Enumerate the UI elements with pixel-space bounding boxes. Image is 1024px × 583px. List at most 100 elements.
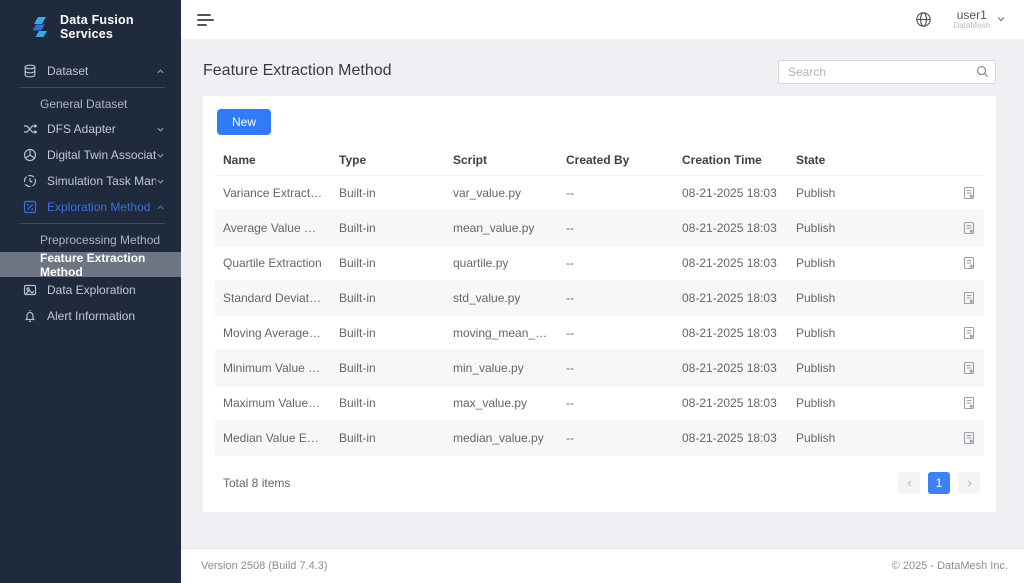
table-card: New Name Type Script Created By Creation… <box>203 96 996 512</box>
new-button[interactable]: New <box>217 109 271 135</box>
app-window: Data Fusion Services Dataset General <box>0 0 1024 583</box>
column-header-creation-time: Creation Time <box>674 145 788 176</box>
search-box <box>778 60 996 84</box>
table-row: Maximum Value Extrac... Built-in max_val… <box>215 386 984 421</box>
document-details-icon[interactable] <box>956 431 976 445</box>
hamburger-menu-icon[interactable] <box>197 14 214 26</box>
sidebar-item-digital-twin-association[interactable]: Digital Twin Association <box>0 142 181 168</box>
cell-creation-time: 08-21-2025 18:03 <box>674 176 788 211</box>
cell-creation-time: 08-21-2025 18:03 <box>674 351 788 386</box>
cell-created-by: -- <box>558 176 674 211</box>
cell-state: Publish <box>788 281 948 316</box>
document-details-icon[interactable] <box>956 361 976 375</box>
sidebar-item-label: Exploration Method <box>47 200 156 214</box>
cell-state: Publish <box>788 421 948 456</box>
sidebar-item-label: Data Exploration <box>47 283 165 297</box>
table-row: Average Value Extraction Built-in mean_v… <box>215 211 984 246</box>
chevron-up-icon <box>156 203 165 212</box>
next-page-button[interactable] <box>958 472 980 494</box>
sidebar-item-data-exploration[interactable]: Data Exploration <box>0 277 181 303</box>
document-details-icon[interactable] <box>956 291 976 305</box>
column-header-name: Name <box>215 145 331 176</box>
sidebar-item-general-dataset[interactable]: General Dataset <box>0 91 181 116</box>
cell-creation-time: 08-21-2025 18:03 <box>674 246 788 281</box>
cell-type: Built-in <box>331 246 445 281</box>
cell-created-by: -- <box>558 421 674 456</box>
shuffle-icon <box>22 122 37 137</box>
sidebar-item-simulation-task-management[interactable]: Simulation Task Management <box>0 168 181 194</box>
document-details-icon[interactable] <box>956 221 976 235</box>
cell-type: Built-in <box>331 421 445 456</box>
cell-created-by: -- <box>558 351 674 386</box>
header-right: user1 DataMesh <box>915 9 1006 31</box>
cell-state: Publish <box>788 386 948 421</box>
cell-type: Built-in <box>331 211 445 246</box>
cell-created-by: -- <box>558 316 674 351</box>
cell-script: max_value.py <box>445 386 558 421</box>
cell-state: Publish <box>788 211 948 246</box>
search-input[interactable] <box>778 60 996 84</box>
sidebar-item-dataset[interactable]: Dataset <box>0 58 181 84</box>
methods-table: Name Type Script Created By Creation Tim… <box>215 145 984 456</box>
cell-script: moving_mean_value.py <box>445 316 558 351</box>
table-row: Variance Extraction Built-in var_value.p… <box>215 176 984 211</box>
sidebar-item-label: Simulation Task Management <box>47 174 156 188</box>
chevron-down-icon <box>156 125 165 134</box>
sidebar-item-label: General Dataset <box>40 97 127 111</box>
main-content: Feature Extraction Method New <box>181 40 1024 548</box>
sidebar-item-alert-information[interactable]: Alert Information <box>0 303 181 329</box>
footer: Version 2508 (Build 7.4.3) © 2025 - Data… <box>181 548 1024 583</box>
cell-state: Publish <box>788 351 948 386</box>
cell-creation-time: 08-21-2025 18:03 <box>674 316 788 351</box>
page-head: Feature Extraction Method <box>181 40 1024 96</box>
user-org: DataMesh <box>954 22 990 31</box>
cell-name: Quartile Extraction <box>215 246 331 281</box>
username: user1 <box>957 9 987 22</box>
document-details-icon[interactable] <box>956 256 976 270</box>
cell-created-by: -- <box>558 246 674 281</box>
user-menu[interactable]: user1 DataMesh <box>954 9 1006 31</box>
database-icon <box>22 64 37 79</box>
prev-page-button[interactable] <box>898 472 920 494</box>
cell-script: mean_value.py <box>445 211 558 246</box>
version-text: Version 2508 (Build 7.4.3) <box>201 560 328 572</box>
cell-name: Moving Average Extrac... <box>215 316 331 351</box>
table-footer: Total 8 items 1 <box>215 456 984 502</box>
logo-row: Data Fusion Services <box>0 0 181 54</box>
sidebar-item-exploration-method[interactable]: Exploration Method <box>0 194 181 220</box>
sidebar-item-label: Feature Extraction Method <box>40 251 181 279</box>
sidebar-item-label: Preprocessing Method <box>40 233 160 247</box>
gauge-icon <box>22 174 37 189</box>
cell-type: Built-in <box>331 281 445 316</box>
sidebar-item-label: Alert Information <box>47 309 165 323</box>
cell-script: std_value.py <box>445 281 558 316</box>
document-details-icon[interactable] <box>956 186 976 200</box>
cell-type: Built-in <box>331 316 445 351</box>
sidebar-item-label: DFS Adapter <box>47 122 156 136</box>
globe-icon[interactable] <box>915 11 932 28</box>
cell-created-by: -- <box>558 281 674 316</box>
app-title: Data Fusion Services <box>60 13 171 41</box>
cell-script: min_value.py <box>445 351 558 386</box>
cell-type: Built-in <box>331 351 445 386</box>
page-1-button[interactable]: 1 <box>928 472 950 494</box>
cell-name: Minimum Value Extract... <box>215 351 331 386</box>
table-row: Median Value Extraction Built-in median_… <box>215 421 984 456</box>
sidebar-item-feature-extraction-method[interactable]: Feature Extraction Method <box>0 252 181 277</box>
sidebar-item-dfs-adapter[interactable]: DFS Adapter <box>0 116 181 142</box>
cell-creation-time: 08-21-2025 18:03 <box>674 281 788 316</box>
table-row: Standard Deviation Ext... Built-in std_v… <box>215 281 984 316</box>
user-names: user1 DataMesh <box>954 9 990 31</box>
chevron-down-icon <box>156 177 165 186</box>
cell-name: Standard Deviation Ext... <box>215 281 331 316</box>
magnifier-icon[interactable] <box>976 65 989 78</box>
sidebar-item-label: Dataset <box>47 64 156 78</box>
cell-creation-time: 08-21-2025 18:03 <box>674 211 788 246</box>
cell-name: Average Value Extraction <box>215 211 331 246</box>
column-header-type: Type <box>331 145 445 176</box>
document-details-icon[interactable] <box>956 326 976 340</box>
sidebar: Data Fusion Services Dataset General <box>0 0 181 583</box>
document-details-icon[interactable] <box>956 396 976 410</box>
copyright-text: © 2025 - DataMesh Inc. <box>892 560 1008 572</box>
sidebar-item-preprocessing-method[interactable]: Preprocessing Method <box>0 227 181 252</box>
